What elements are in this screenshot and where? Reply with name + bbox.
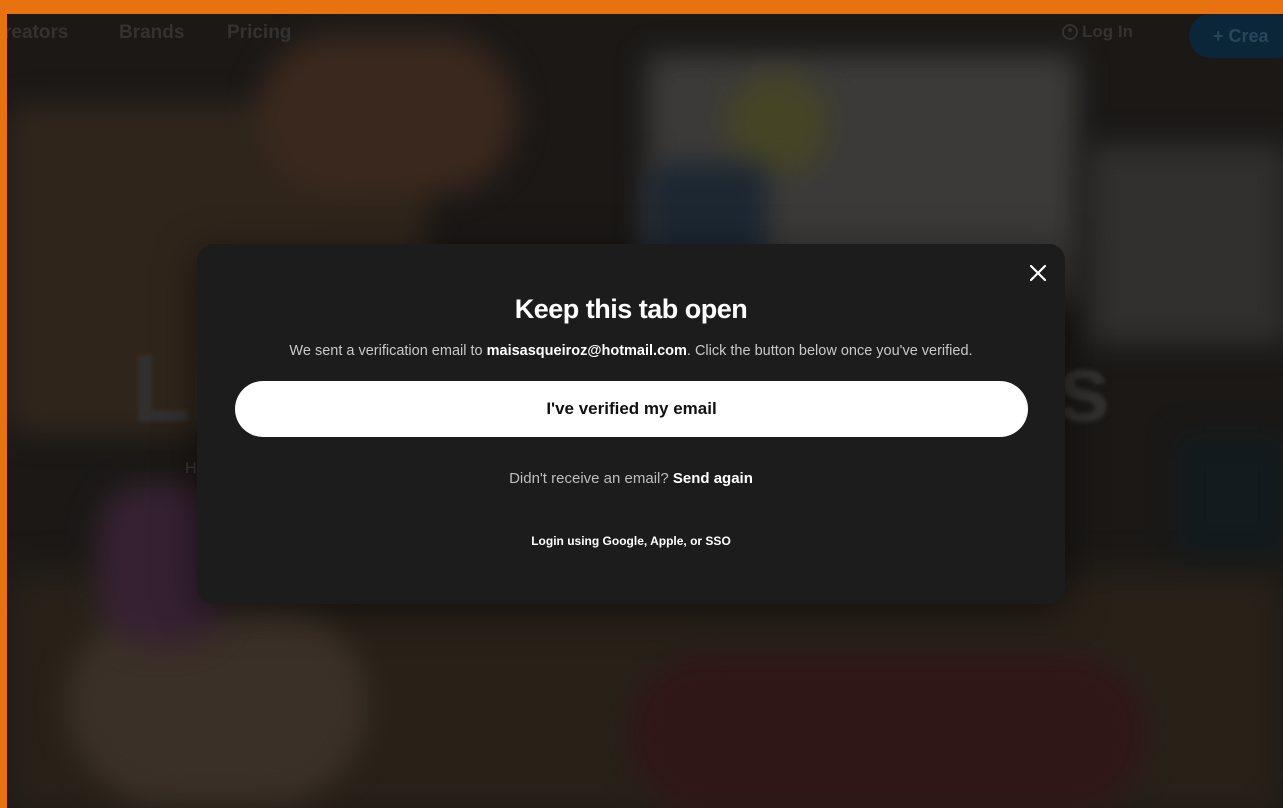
desc-suffix: . Click the button below once you've ver… (686, 343, 973, 359)
alternative-login-link[interactable]: Login using Google, Apple, or SSO (197, 534, 1065, 548)
send-again-link[interactable]: Send again (673, 470, 753, 487)
modal-title: Keep this tab open (514, 294, 748, 324)
modal-description: We sent a verification email to maisasqu… (197, 343, 1065, 359)
close-button[interactable] (1025, 260, 1051, 286)
verification-modal: Keep this tab open We sent a verificatio… (197, 244, 1065, 604)
resend-prompt: Didn't receive an email? (509, 470, 673, 487)
close-icon (1029, 264, 1047, 282)
resend-row: Didn't receive an email? Send again (197, 470, 1065, 487)
desc-prefix: We sent a verification email to (289, 343, 487, 359)
verified-email-button[interactable]: I've verified my email (235, 381, 1028, 437)
email-address: maisasqueiroz@hotmail.com (486, 343, 687, 359)
app-frame: Li s H reators Brands Pricing Log In + C… (7, 14, 1283, 808)
